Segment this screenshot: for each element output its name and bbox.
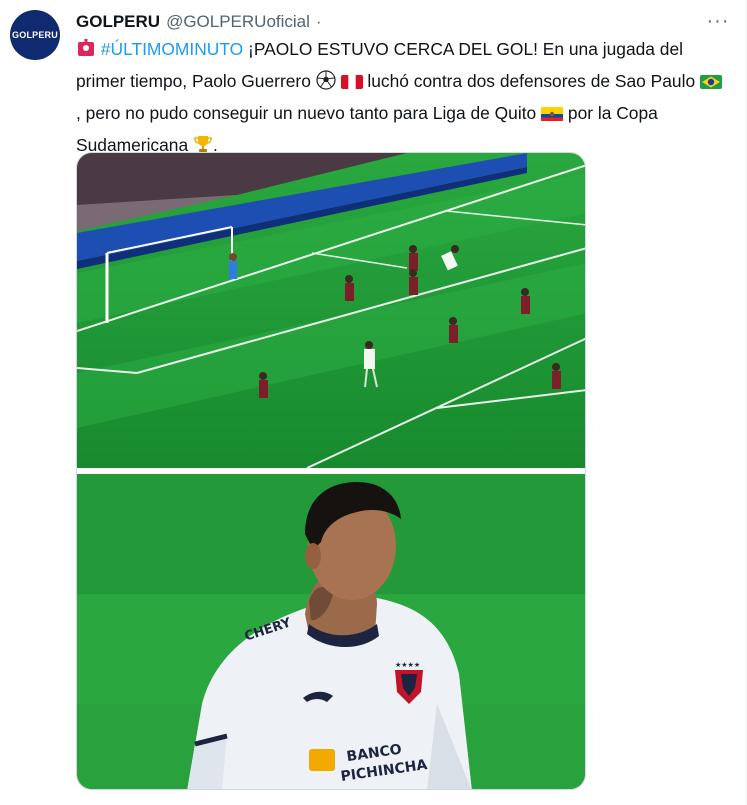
hashtag-link[interactable]: #ÚLTIMOMINUTO	[101, 39, 243, 59]
tweet-text-part-3: , pero no pudo conseguir un nuevo tanto …	[76, 103, 542, 123]
tweet-text-part-2: luchó contra dos defensores de Sao Paulo	[362, 71, 700, 91]
ecuador-flag-emoji-icon	[541, 102, 564, 131]
avatar-logo-text: GOLPERU	[12, 30, 58, 40]
player-portrait-image[interactable]: ★★★★ CHERY BANCO PICHINCHA	[77, 474, 585, 789]
soccer-ball-emoji-icon	[316, 70, 336, 99]
media-grid: ★★★★ CHERY BANCO PICHINCHA	[76, 152, 586, 790]
peru-flag-emoji-icon	[340, 70, 363, 99]
brazil-flag-emoji-icon	[699, 70, 722, 99]
avatar[interactable]: GOLPERU	[10, 10, 60, 60]
user-handle[interactable]: @GOLPERUoficial	[166, 12, 310, 32]
tweet-header: GOLPERU @GOLPERUoficial ·	[76, 11, 716, 33]
display-name[interactable]: GOLPERU	[76, 12, 160, 32]
tweet-text: #ÚLTIMOMINUTO ¡PAOLO ESTUVO CERCA DEL GO…	[76, 35, 726, 163]
svg-text:★★★★: ★★★★	[395, 661, 420, 669]
separator-dot: ·	[315, 12, 322, 31]
tweet: GOLPERU GOLPERU @GOLPERUoficial · ··· #Ú…	[0, 0, 747, 805]
siren-emoji-icon	[76, 38, 96, 67]
match-action-image[interactable]	[77, 153, 585, 469]
more-options-button[interactable]: ···	[704, 10, 732, 32]
more-icon: ···	[706, 9, 730, 32]
